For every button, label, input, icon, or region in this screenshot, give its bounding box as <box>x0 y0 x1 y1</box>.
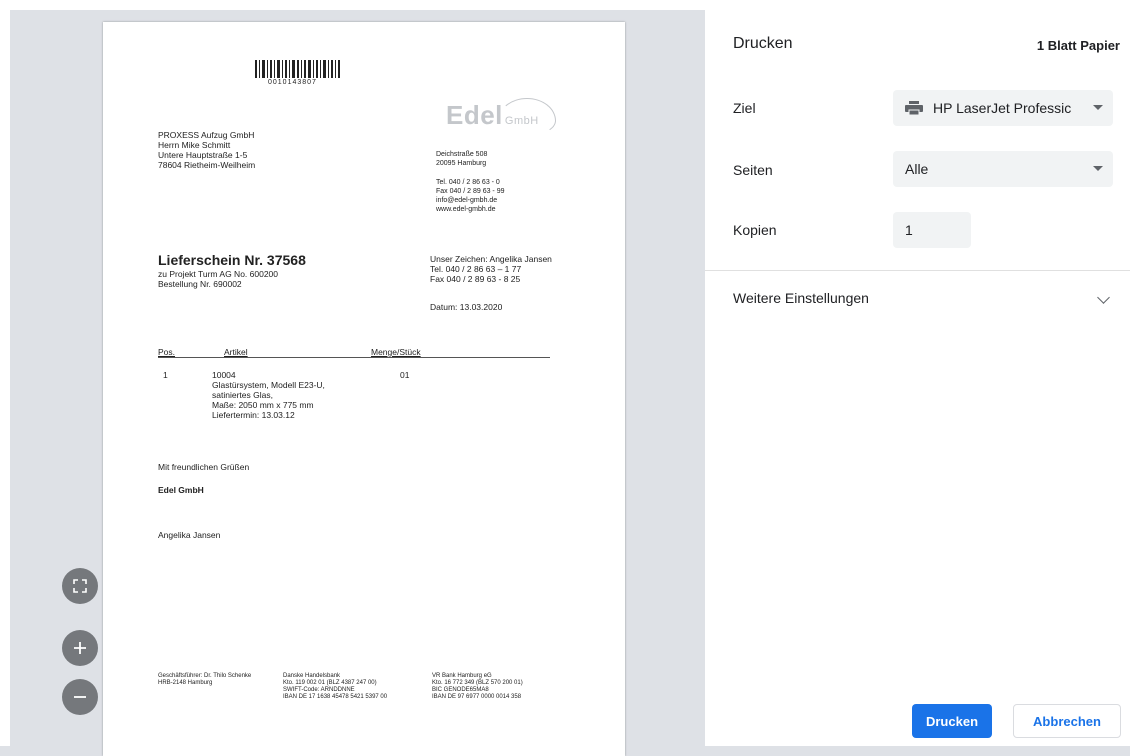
divider <box>705 270 1130 271</box>
document-subtitle: zu Projekt Turm AG No. 600200 Bestellung … <box>158 269 279 289</box>
chevron-down-icon <box>1093 166 1103 171</box>
company-signature: Edel GmbH <box>158 485 204 495</box>
copies-input[interactable]: 1 <box>893 212 971 248</box>
zoom-in-button[interactable] <box>62 630 98 666</box>
copies-value: 1 <box>905 222 913 238</box>
more-settings-toggle[interactable]: Weitere Einstellungen <box>733 290 869 306</box>
footer-bank1: Danske Handelsbank Kto. 119 002 01 (BLZ 4… <box>283 673 388 700</box>
recipient-address: PROXESS Aufzug GmbH Herrn Mike Schmitt Unt… <box>158 130 256 170</box>
sender-contact: Tel. 040 / 2 86 63 - 0 Fax 040 / 2 89 63 … <box>436 179 505 213</box>
footer-management: Geschäftsführer: Dr. Thilo Schenke HRB-21… <box>158 673 252 686</box>
pages-value: Alle <box>905 161 929 177</box>
table-header: Pos. Artikel Menge/Stück <box>158 347 550 358</box>
document-date: Datum: 13.03.2020 <box>430 302 503 312</box>
table-header-article: Artikel <box>224 347 248 357</box>
print-preview-area: 0010143807 Edel GmbH PROXESS Aufzug GmbH H… <box>0 0 705 756</box>
item-quantity: 01 <box>400 370 410 380</box>
logo-swoosh <box>498 98 556 136</box>
sender-address: Deichstraße 508 20095 Hamburg <box>436 151 488 167</box>
item-pos: 1 <box>163 370 168 380</box>
fit-to-page-button[interactable] <box>62 568 98 604</box>
destination-label: Ziel <box>733 100 756 116</box>
destination-value: HP LaserJet Professic <box>933 100 1072 116</box>
document-title: Lieferschein Nr. 37568 <box>158 252 306 268</box>
table-header-pos: Pos. <box>158 347 176 357</box>
zoom-out-button[interactable] <box>62 679 98 715</box>
sheet-count: 1 Blatt Papier <box>1036 38 1120 53</box>
reference-block: Unser Zeichen: Angelika Jansen Tel. 040 /… <box>430 254 552 284</box>
fit-to-page-icon <box>73 579 87 593</box>
copies-label: Kopien <box>733 222 777 238</box>
zoom-in-icon <box>74 642 86 654</box>
greeting: Mit freundlichen Grüßen <box>158 462 250 472</box>
dialog-title: Drucken <box>733 35 793 52</box>
destination-select[interactable]: HP LaserJet Professic <box>893 90 1113 126</box>
print-button[interactable]: Drucken <box>912 704 992 738</box>
print-settings-panel: Drucken 1 Blatt Papier Ziel HP LaserJet … <box>705 0 1130 746</box>
chevron-down-icon[interactable] <box>1097 291 1110 304</box>
pages-select[interactable]: Alle <box>893 151 1113 187</box>
signatory: Angelika Jansen <box>158 530 221 540</box>
chevron-down-icon <box>1093 105 1103 110</box>
zoom-out-icon <box>74 696 86 698</box>
footer-bank2: VR Bank Hamburg eG Kto. 16 772 349 (BLZ 5… <box>432 673 523 700</box>
cancel-button[interactable]: Abbrechen <box>1013 704 1121 738</box>
item-description: 10004 Glastürsystem, Modell E23-U, satinie… <box>212 370 325 420</box>
pages-label: Seiten <box>733 162 773 178</box>
table-header-qty: Menge/Stück <box>371 347 421 357</box>
printer-icon <box>905 101 923 115</box>
preview-page: 0010143807 Edel GmbH PROXESS Aufzug GmbH H… <box>103 22 625 756</box>
barcode-number: 0010143807 <box>268 79 317 86</box>
